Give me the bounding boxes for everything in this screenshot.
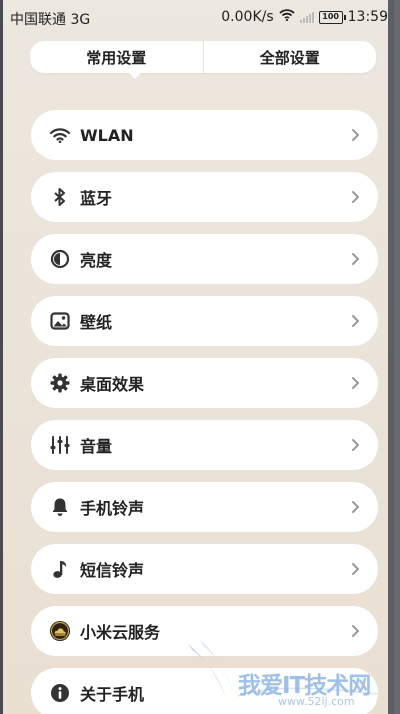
clock: 13:59	[347, 9, 388, 25]
network-speed: 0.00K/s	[221, 9, 274, 25]
bluetooth-icon	[49, 186, 71, 208]
settings-item-wlan[interactable]: WLAN	[31, 110, 378, 160]
settings-item-label: 壁纸	[80, 313, 113, 332]
settings-item-wallpaper[interactable]: 壁纸	[31, 296, 378, 346]
info-icon	[49, 682, 71, 704]
battery-icon: 100	[318, 10, 346, 24]
chevron-right-icon	[348, 190, 362, 204]
settings-item-label: 短信铃声	[80, 561, 145, 580]
settings-item-label: 关于手机	[80, 685, 145, 704]
gear-icon	[49, 372, 71, 394]
wifi-icon	[49, 124, 71, 146]
settings-tab-bar: 常用设置 全部设置	[30, 41, 376, 73]
settings-item-label: 蓝牙	[80, 189, 113, 208]
chevron-right-icon	[348, 562, 362, 576]
chevron-right-icon	[348, 500, 362, 514]
settings-item-sms-ringtone[interactable]: 短信铃声	[31, 544, 378, 594]
signal-strength-icon	[299, 11, 314, 23]
brightness-icon	[49, 248, 71, 270]
carrier-label: 中国联通 3G	[10, 12, 91, 28]
chevron-right-icon	[348, 314, 362, 328]
settings-item-mi-cloud[interactable]: 小米云服务	[31, 606, 378, 656]
tab-all-settings[interactable]: 全部设置	[202, 41, 377, 73]
tab-common-settings[interactable]: 常用设置	[30, 41, 203, 73]
settings-item-label: 桌面效果	[80, 375, 145, 394]
settings-item-desktop-effects[interactable]: 桌面效果	[31, 358, 378, 408]
sliders-icon	[49, 434, 71, 456]
status-right: 0.00K/s 100 13:59	[221, 9, 388, 25]
settings-item-label: 小米云服务	[80, 623, 161, 642]
active-tab-pointer	[128, 72, 142, 79]
bell-icon	[49, 496, 71, 518]
chevron-right-icon	[348, 624, 362, 638]
settings-item-label: 手机铃声	[80, 499, 145, 518]
cloud-service-icon	[49, 620, 71, 642]
settings-item-ringtone[interactable]: 手机铃声	[31, 482, 378, 532]
settings-item-bluetooth[interactable]: 蓝牙	[31, 172, 378, 222]
settings-item-brightness[interactable]: 亮度	[31, 234, 378, 284]
settings-item-label: 亮度	[80, 251, 113, 270]
settings-item-label: 音量	[80, 437, 113, 456]
chevron-right-icon	[348, 438, 362, 452]
wifi-status-icon	[279, 9, 295, 25]
settings-item-label: WLAN	[80, 125, 134, 145]
wallpaper-icon	[49, 310, 71, 332]
settings-item-volume[interactable]: 音量	[31, 420, 378, 470]
right-edge	[388, 0, 394, 714]
chevron-right-icon	[348, 128, 362, 142]
settings-item-about-phone[interactable]: 关于手机	[31, 668, 378, 714]
phone-screen: 中国联通 3G 0.00K/s 100 13:59 常用设置 全部设置 WLAN…	[3, 0, 394, 714]
music-note-icon	[49, 558, 71, 580]
chevron-right-icon	[348, 252, 362, 266]
status-bar: 中国联通 3G 0.00K/s 100 13:59	[3, 0, 394, 36]
chevron-right-icon	[348, 376, 362, 390]
